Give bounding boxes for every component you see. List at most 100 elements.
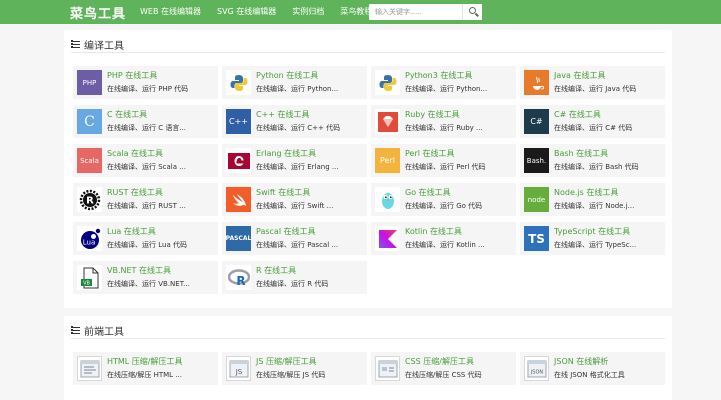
scala-icon: Scala <box>77 148 102 173</box>
tool-desc: 在线编译、运行 VB.NET... <box>107 280 190 288</box>
tool-name: RUST 在线工具 <box>107 188 163 197</box>
tool-card-java[interactable]: Java 在线工具 在线编译、运行 Java 代码 <box>520 66 665 99</box>
tool-desc: 在线编译、运行 Java 代码 <box>554 85 637 93</box>
tool-name: Pascal 在线工具 <box>256 227 316 236</box>
svg-text:Lua: Lua <box>82 238 95 246</box>
frontend-tools-panel: 前端工具 HTML 压缩/解压工具 在线压缩/解压 HTML ... JS JS… <box>64 316 672 400</box>
tool-card-js-compress[interactable]: JS JS 压缩/解压工具 在线压缩/解压 JS 代码 <box>222 352 367 385</box>
search-icon <box>469 7 476 14</box>
tool-card-bash[interactable]: Bash. Bash 在线工具 在线编译、运行 Bash 代码 <box>520 144 665 177</box>
pascal-icon: PASCAL <box>226 226 251 251</box>
tool-name: C 在线工具 <box>107 110 148 119</box>
tool-name: Java 在线工具 <box>554 71 606 80</box>
cpp-icon: C++ <box>226 109 251 134</box>
tool-card-kotlin[interactable]: Kotlin 在线工具 在线编译、运行 Kotlin ... <box>371 222 516 255</box>
tool-card-lua[interactable]: Lua Lua 在线工具 在线编译、运行 Lua 代码 <box>73 222 218 255</box>
tool-card-perl[interactable]: Perl Perl 在线工具 在线编译、运行 Perl 代码 <box>371 144 516 177</box>
tool-desc: 在线 JSON 格式化工具 <box>554 371 625 379</box>
kotlin-icon <box>375 226 400 251</box>
tool-card-csharp[interactable]: C# C# 在线工具 在线编译、运行 C# 代码 <box>520 105 665 138</box>
js-tool-icon: JS <box>226 356 251 381</box>
tool-card-r[interactable]: R R 在线工具 在线编译、运行 R 代码 <box>222 261 367 294</box>
tool-name: Bash 在线工具 <box>554 149 609 158</box>
tool-desc: 在线编译、运行 TypeSc... <box>554 241 637 249</box>
java-icon <box>524 70 549 95</box>
svg-text:JSON: JSON <box>529 369 543 375</box>
tool-desc: 在线编译、运行 Bash 代码 <box>554 163 639 171</box>
tool-card-c[interactable]: C C 在线工具 在线编译、运行 C 语言... <box>73 105 218 138</box>
tool-desc: 在线编译、运行 Node.j... <box>554 202 635 210</box>
tool-card-php[interactable]: PHP PHP 在线工具 在线编译、运行 PHP 代码 <box>73 66 218 99</box>
tool-name: TypeScript 在线工具 <box>554 227 631 236</box>
css-tool-icon <box>375 356 400 381</box>
tool-card-swift[interactable]: Swift 在线工具 在线编译、运行 Swift ... <box>222 183 367 216</box>
tool-desc: 在线编译、运行 C++ 代码 <box>256 124 341 132</box>
svg-text:VB: VB <box>83 280 90 286</box>
tool-name: Scala 在线工具 <box>107 149 164 158</box>
tool-card-pascal[interactable]: PASCAL Pascal 在线工具 在线编译、运行 Pascal ... <box>222 222 367 255</box>
list-icon <box>71 326 80 335</box>
csharp-icon: C# <box>524 109 549 134</box>
tool-name: JSON 在线解析 <box>554 357 609 366</box>
tool-name: Go 在线工具 <box>405 188 451 197</box>
search-input[interactable] <box>369 4 462 20</box>
svg-text:R: R <box>86 195 94 206</box>
tool-desc: 在线压缩/解压 HTML ... <box>107 371 182 379</box>
tool-name: CSS 压缩/解压工具 <box>405 357 474 366</box>
frontend-tools-grid: HTML 压缩/解压工具 在线压缩/解压 HTML ... JS JS 压缩/解… <box>73 352 673 385</box>
nodejs-icon: node <box>524 187 549 212</box>
divider <box>71 52 665 53</box>
tool-name: HTML 压缩/解压工具 <box>107 357 183 366</box>
svg-text:JS: JS <box>234 368 242 376</box>
tool-card-vbnet[interactable]: VB VB.NET 在线工具 在线编译、运行 VB.NET... <box>73 261 218 294</box>
tool-card-css-compress[interactable]: CSS 压缩/解压工具 在线压缩/解压 CSS 代码 <box>371 352 516 385</box>
tool-desc: 在线编译、运行 Pascal ... <box>256 241 339 249</box>
tool-desc: 在线压缩/解压 JS 代码 <box>256 371 326 379</box>
compile-tools-panel: 编译工具 PHP PHP 在线工具 在线编译、运行 PHP 代码 Python … <box>64 30 672 308</box>
tool-card-nodejs[interactable]: node Node.js 在线工具 在线编译、运行 Node.j... <box>520 183 665 216</box>
tool-card-rust[interactable]: R RUST 在线工具 在线编译、运行 RUST ... <box>73 183 218 216</box>
tool-card-cpp[interactable]: C++ C++ 在线工具 在线编译、运行 C++ 代码 <box>222 105 367 138</box>
tool-desc: 在线编译、运行 Lua 代码 <box>107 241 187 249</box>
nav-svg-editor[interactable]: SVG 在线编辑器 <box>209 0 284 24</box>
tool-desc: 在线压缩/解压 CSS 代码 <box>405 371 482 379</box>
tool-name: Kotlin 在线工具 <box>405 227 462 236</box>
nav-examples-archive[interactable]: 实例归档 <box>284 0 332 24</box>
tool-desc: 在线编译、运行 Scala ... <box>107 163 186 171</box>
nav-web-editor[interactable]: WEB 在线编辑器 <box>132 0 209 24</box>
tool-desc: 在线编译、运行 Perl 代码 <box>405 163 486 171</box>
tool-desc: 在线编译、运行 Python... <box>256 85 339 93</box>
tool-card-scala[interactable]: Scala Scala 在线工具 在线编译、运行 Scala ... <box>73 144 218 177</box>
tool-card-ruby[interactable]: Ruby 在线工具 在线编译、运行 Ruby ... <box>371 105 516 138</box>
tool-card-erlang[interactable]: Erlang 在线工具 在线编译、运行 Erlang ... <box>222 144 367 177</box>
section-title: 前端工具 <box>84 326 124 338</box>
tool-name: Node.js 在线工具 <box>554 188 619 197</box>
tool-card-python[interactable]: Python 在线工具 在线编译、运行 Python... <box>222 66 367 99</box>
tool-desc: 在线编译、运行 Ruby ... <box>405 124 483 132</box>
tool-name: PHP 在线工具 <box>107 71 158 80</box>
tool-name: R 在线工具 <box>256 266 297 275</box>
tool-card-python3[interactable]: Python3 在线工具 在线编译、运行 Python... <box>371 66 516 99</box>
tool-name: Erlang 在线工具 <box>256 149 317 158</box>
erlang-icon <box>226 148 251 173</box>
tool-name: C# 在线工具 <box>554 110 601 119</box>
compile-tools-grid: PHP PHP 在线工具 在线编译、运行 PHP 代码 Python 在线工具 … <box>73 66 673 294</box>
tool-card-html-compress[interactable]: HTML 压缩/解压工具 在线压缩/解压 HTML ... <box>73 352 218 385</box>
bash-icon: Bash. <box>524 148 549 173</box>
html-tool-icon <box>77 356 102 381</box>
tool-name: Perl 在线工具 <box>405 149 455 158</box>
perl-icon: Perl <box>375 148 400 173</box>
list-icon <box>71 40 80 49</box>
search-button[interactable] <box>462 4 482 20</box>
typescript-icon: TS <box>524 226 549 251</box>
tool-card-go[interactable]: Go 在线工具 在线编译、运行 Go 代码 <box>371 183 516 216</box>
site-logo[interactable]: 菜鸟工具 <box>70 3 126 22</box>
tool-desc: 在线编译、运行 C 语言... <box>107 124 187 132</box>
c-icon: C <box>77 109 102 134</box>
tool-name: Ruby 在线工具 <box>405 110 460 119</box>
python3-icon <box>375 70 400 95</box>
tool-card-json-parse[interactable]: JSON JSON 在线解析 在线 JSON 格式化工具 <box>520 352 665 385</box>
divider <box>71 338 665 339</box>
frontend-tools-header: 前端工具 <box>71 323 124 338</box>
tool-card-typescript[interactable]: TS TypeScript 在线工具 在线编译、运行 TypeSc... <box>520 222 665 255</box>
